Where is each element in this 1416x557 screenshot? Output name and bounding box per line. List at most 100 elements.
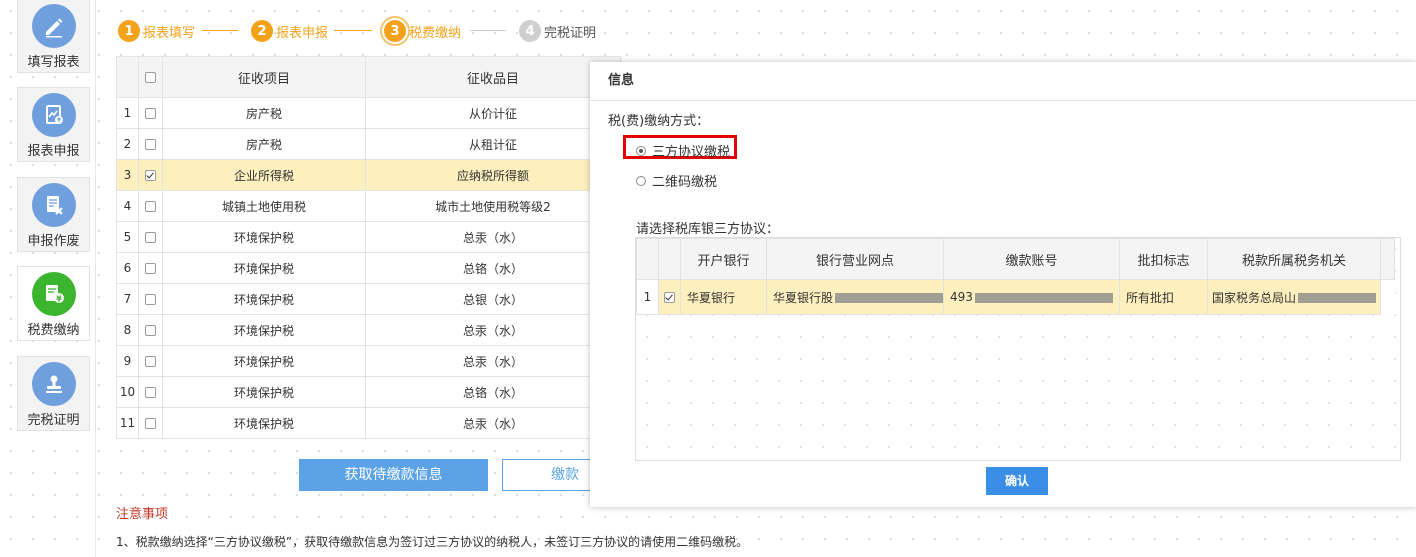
row-number: 7	[116, 283, 139, 315]
cell-tax-subitem: 总汞（水）	[365, 221, 621, 253]
row-checkbox[interactable]	[145, 108, 156, 119]
cell-account: 493	[950, 290, 973, 304]
sidebar-item-submit-report[interactable]: 报表申报	[17, 87, 90, 162]
table-row[interactable]: 1 房产税 从价计征	[116, 97, 621, 129]
row-number: 1	[116, 97, 139, 129]
sidebar-item-label: 报表申报	[27, 144, 80, 159]
radio-button[interactable]	[636, 145, 646, 156]
redacted-block	[1298, 293, 1377, 303]
header-tax-item: 征收项目	[162, 56, 366, 98]
step-connector	[334, 30, 372, 31]
radio-three-party[interactable]: 三方协议缴税	[636, 141, 730, 160]
pay-method-label: 税(费)缴纳方式：	[608, 114, 710, 129]
edit-pencil-icon	[31, 4, 76, 48]
select-all-checkbox[interactable]	[145, 71, 156, 83]
step-connector	[470, 30, 506, 31]
radio-qr-code[interactable]: 二维码缴税	[636, 171, 717, 190]
row-number: 10	[116, 376, 139, 408]
table-row[interactable]: 10 环境保护税 总铬（水）	[116, 376, 621, 408]
cell-tax-item: 环境保护税	[162, 283, 366, 315]
row-checkbox[interactable]	[145, 139, 156, 150]
step-label: 报表申报	[276, 25, 329, 41]
header-authority: 税款所属税务机关	[1207, 238, 1382, 280]
payment-method-dialog: 信息 税(费)缴纳方式： 三方协议缴税 二维码缴税 请选择税库银三方协议： 开户…	[590, 62, 1416, 507]
row-checkbox[interactable]	[145, 232, 156, 243]
step-number: 4	[519, 20, 541, 42]
row-number: 8	[116, 314, 139, 346]
row-number: 6	[116, 252, 139, 284]
step-label: 完税证明	[544, 25, 597, 41]
notes-line-1: 1、税款缴纳选择“三方协议缴税”，获取待缴款信息为签订过三方协议的纳税人，未签订…	[116, 535, 749, 549]
fetch-payment-info-button[interactable]: 获取待缴款信息	[299, 459, 488, 491]
step-number: 3	[384, 20, 406, 42]
cell-tax-subitem: 总汞（水）	[365, 407, 621, 439]
row-checkbox[interactable]	[145, 356, 156, 367]
cell-tax-item: 环境保护税	[162, 221, 366, 253]
row-checkbox[interactable]	[145, 170, 156, 181]
header-flag: 批扣标志	[1119, 238, 1209, 280]
sidebar-item-tax-certificate[interactable]: 完税证明	[17, 356, 90, 431]
row-checkbox[interactable]	[145, 387, 156, 398]
table-row[interactable]: 9 环境保护税 总汞（水）	[116, 345, 621, 377]
cell-tax-item: 城镇土地使用税	[162, 190, 366, 222]
cell-tax-item: 环境保护税	[162, 407, 366, 439]
row-number: 4	[116, 190, 139, 222]
sidebar-item-label: 申报作废	[27, 234, 80, 249]
table-row[interactable]: 4 城镇土地使用税 城市土地使用税等级2	[116, 190, 621, 222]
step-number: 2	[251, 20, 273, 42]
row-checkbox[interactable]	[145, 325, 156, 336]
table-row[interactable]: 1 华夏银行 华夏银行股 493 所有批扣 国家税务总局山	[636, 279, 1395, 315]
step-connector	[202, 30, 238, 31]
cell-flag: 所有批扣	[1119, 279, 1209, 315]
tax-items-table: 征收项目 征收品目 1 房产税 从价计征 2 房产税 从租计征 3 企业所得税 应纳税所得额 4 城…	[116, 56, 621, 439]
row-checkbox[interactable]	[145, 294, 156, 305]
cell-tax-subitem: 应纳税所得额	[365, 159, 621, 191]
radio-button[interactable]	[636, 175, 646, 186]
table-row[interactable]: 7 环境保护税 总银（水）	[116, 283, 621, 315]
confirm-button[interactable]: 确认	[986, 467, 1048, 495]
table-row[interactable]: 2 房产税 从租计征	[116, 128, 621, 160]
cell-tax-item: 房产税	[162, 97, 366, 129]
radio-label: 三方协议缴税	[652, 145, 731, 160]
table-row[interactable]: 3 企业所得税 应纳税所得额	[116, 159, 621, 191]
redacted-block	[974, 292, 1113, 303]
cell-tax-subitem: 总汞（水）	[365, 345, 621, 377]
report-chart-icon	[31, 93, 76, 137]
row-checkbox[interactable]	[664, 292, 675, 303]
row-checkbox[interactable]	[145, 201, 156, 212]
header-bank: 开户银行	[680, 238, 767, 280]
header-tax-subitem: 征收品目	[365, 56, 621, 98]
progress-stepper: 1 报表填写 2 报表申报 3 税费缴纳 4 完税证明	[118, 18, 598, 44]
sidebar-item-tax-payment[interactable]: ¥ 税费缴纳	[17, 266, 90, 341]
header-branch: 银行营业网点	[765, 238, 945, 280]
row-checkbox[interactable]	[145, 263, 156, 274]
cell-tax-subitem: 总铬（水）	[365, 252, 621, 284]
table-row[interactable]: 11 环境保护税 总汞（水）	[116, 407, 621, 439]
cell-branch: 华夏银行股	[773, 290, 834, 305]
row-checkbox[interactable]	[145, 418, 156, 429]
row-number: 11	[116, 407, 139, 439]
sidebar-item-label: 填写报表	[27, 55, 80, 70]
step-2: 2 报表申报	[251, 18, 328, 44]
dialog-title: 信息	[590, 62, 1416, 101]
sidebar-item-fill-report[interactable]: 填写报表	[17, 0, 90, 73]
row-number: 9	[116, 345, 139, 377]
table-row[interactable]: 5 环境保护税 总汞（水）	[116, 221, 621, 253]
header-select-all[interactable]	[138, 56, 163, 98]
sidebar-item-label: 完税证明	[27, 413, 80, 428]
step-1: 1 报表填写	[118, 18, 195, 44]
table-row[interactable]: 6 环境保护税 总铬（水）	[116, 252, 621, 284]
row-number: 3	[116, 159, 139, 191]
cell-tax-item: 企业所得税	[162, 159, 366, 191]
row-number: 2	[116, 128, 139, 160]
sidebar-item-void-report[interactable]: 申报作废	[17, 177, 90, 252]
table-row[interactable]: 8 环境保护税 总汞（水）	[116, 314, 621, 346]
redacted-block	[835, 293, 944, 303]
cell-tax-subitem: 总银（水）	[365, 283, 621, 315]
agreement-table-wrap: 开户银行 银行营业网点 缴款账号 批扣标志 税款所属税务机关 1 华夏银行 华夏…	[635, 237, 1401, 461]
row-number: 1	[636, 279, 659, 315]
sidebar: 填写报表 报表申报 申报作废 ¥ 税费缴纳 完税证明	[0, 0, 96, 557]
agreement-label: 请选择税库银三方协议：	[636, 222, 780, 237]
document-cancel-icon	[31, 183, 76, 227]
step-number: 1	[118, 20, 140, 42]
